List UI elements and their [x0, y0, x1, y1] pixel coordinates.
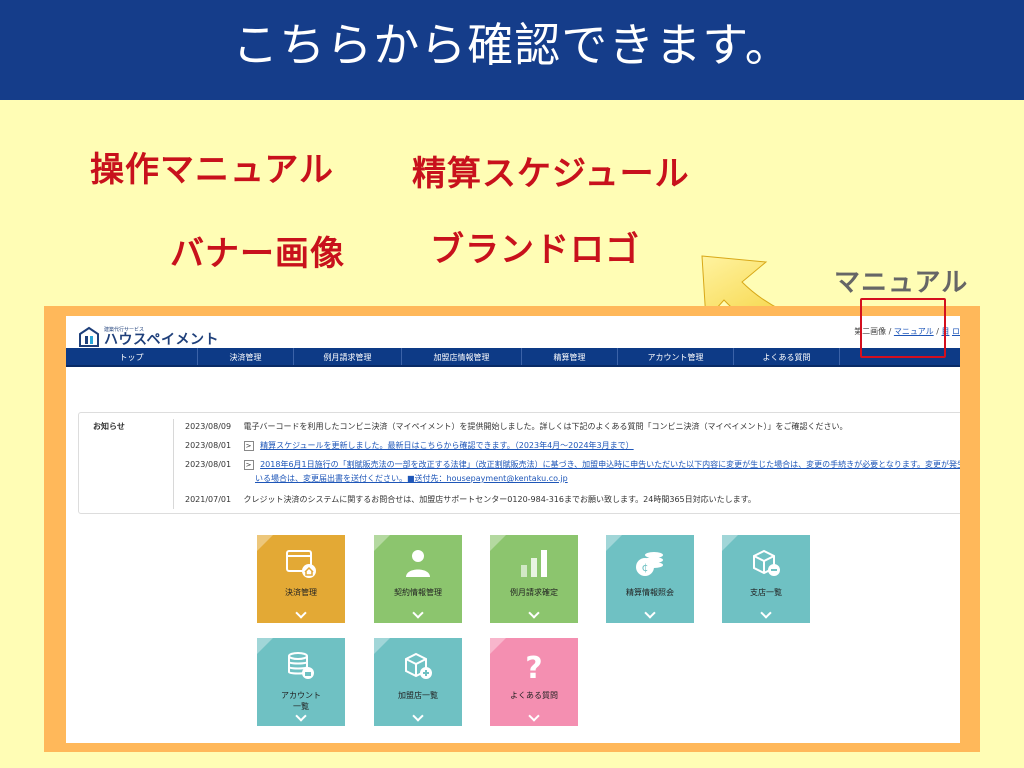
chevron-down-icon — [412, 710, 424, 722]
chevron-down-icon — [412, 607, 424, 619]
tile-label: アカウント 一覧 — [281, 691, 321, 711]
chevron-down-icon — [760, 607, 772, 619]
label-banner-image: バナー画像 — [170, 234, 345, 274]
menu-tiles: 決済管理 契約情報管理 例月請求確定 ¢ 精算情報照会 支店一覧 アカウント 一… — [66, 316, 960, 743]
bar-chart-icon — [521, 550, 547, 577]
tile-monthly-billing-confirm[interactable]: 例月請求確定 — [490, 535, 578, 623]
chevron-down-icon — [528, 710, 540, 722]
tile-settlement-inquiry[interactable]: ¢ 精算情報照会 — [606, 535, 694, 623]
browser-home-icon — [286, 550, 316, 578]
house-payment-screen: 建築代行サービス ハウスペイメント 第二画像 / マニュアル / 目 ロ トップ… — [66, 316, 960, 743]
tile-label: よくある質問 — [510, 691, 558, 700]
label-brand-logo: ブランドロゴ — [430, 230, 640, 270]
tile-label: 決済管理 — [285, 588, 317, 597]
label-settlement-schedule: 精算スケジュール — [412, 154, 690, 194]
tile-label: 支店一覧 — [750, 588, 782, 597]
banner-title: こちらから確認できます。 — [232, 18, 792, 72]
top-banner: こちらから確認できます。 — [0, 0, 1024, 100]
chevron-down-icon — [295, 710, 307, 722]
tile-faq[interactable]: ? よくある質問 — [490, 638, 578, 726]
database-lock-icon — [288, 652, 314, 679]
tile-label: 例月請求確定 — [510, 588, 558, 597]
svg-text:?: ? — [525, 651, 542, 682]
tile-label: 加盟店一覧 — [398, 691, 438, 700]
chevron-down-icon — [644, 607, 656, 619]
tile-payment-management[interactable]: 決済管理 — [257, 535, 345, 623]
tile-label: 精算情報照会 — [626, 588, 674, 597]
tile-account-list[interactable]: アカウント 一覧 — [257, 638, 345, 726]
chevron-down-icon — [528, 607, 540, 619]
tile-label: 契約情報管理 — [394, 588, 442, 597]
coins-icon: ¢ — [636, 552, 663, 576]
tile-branch-list[interactable]: 支店一覧 — [722, 535, 810, 623]
manual-highlight-box — [860, 298, 946, 358]
tile-merchant-list[interactable]: 加盟店一覧 — [374, 638, 462, 726]
box-plus-icon — [405, 652, 432, 679]
svg-text:¢: ¢ — [642, 561, 649, 574]
chevron-down-icon — [295, 607, 307, 619]
question-icon: ? — [525, 651, 542, 682]
tile-contract-info[interactable]: 契約情報管理 — [374, 535, 462, 623]
box-minus-icon — [753, 549, 780, 576]
person-icon — [406, 550, 430, 577]
label-operation-manual: 操作マニュアル — [90, 150, 334, 190]
